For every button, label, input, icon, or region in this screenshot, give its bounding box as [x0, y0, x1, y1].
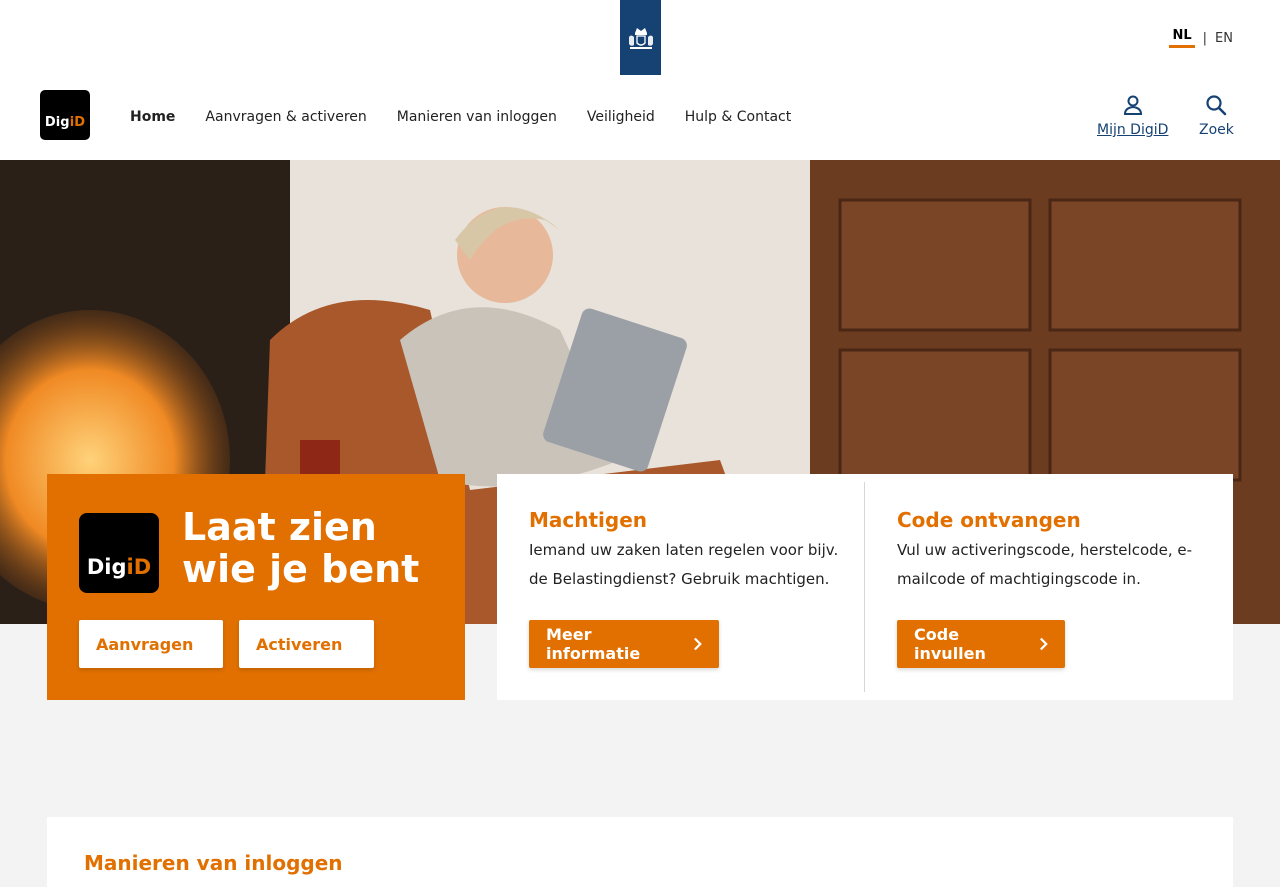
chevron-right-icon	[1039, 637, 1048, 651]
activeren-button-label: Activeren	[256, 634, 343, 654]
code-text: Vul uw activeringscode, herstelcode, e-m…	[897, 541, 1193, 588]
mijn-digid-label: Mijn DigiD	[1097, 122, 1169, 138]
aanvragen-button-label: Aanvragen	[96, 634, 194, 654]
code-invullen-label: Code invullen	[914, 625, 986, 663]
logo-text-dig: Dig	[44, 115, 70, 130]
nav-veiligheid[interactable]: Veiligheid	[587, 109, 655, 125]
intro-card: Dig iD Laat zien wie je bent Aanvragen Ac…	[47, 474, 465, 700]
machtigen-section: Machtigen Iemand uw zaken laten regelen …	[529, 506, 849, 594]
crown-emblem-icon	[628, 27, 653, 49]
card-logo-text-dig: Dig	[86, 555, 127, 579]
manieren-title: Manieren van inloggen	[84, 851, 343, 875]
nav-hulp-contact[interactable]: Hulp & Contact	[685, 109, 791, 125]
aanvragen-button[interactable]: Aanvragen	[79, 620, 223, 668]
mijn-digid-link[interactable]: Mijn DigiD	[1097, 94, 1168, 138]
meer-informatie-button[interactable]: Meer informatie	[529, 620, 719, 668]
meer-informatie-label: Meer informatie	[546, 625, 641, 663]
nav-aanvragen-activeren[interactable]: Aanvragen & activeren	[205, 109, 366, 125]
machtigen-text: Iemand uw zaken laten regelen voor bijv.…	[529, 541, 839, 588]
lang-en[interactable]: EN	[1215, 31, 1233, 46]
nav-home[interactable]: Home	[130, 109, 175, 125]
column-divider	[864, 482, 865, 692]
card-logo-text-id: iD	[126, 555, 152, 579]
user-icon	[1123, 95, 1142, 115]
search-icon	[1206, 95, 1227, 116]
info-card: Machtigen Iemand uw zaken laten regelen …	[497, 474, 1233, 700]
intro-title: Laat zien wie je bent	[182, 505, 420, 591]
digid-logo[interactable]: Dig iD	[40, 90, 90, 140]
code-title: Code ontvangen	[897, 508, 1081, 532]
lang-nl[interactable]: NL	[1169, 28, 1195, 48]
activeren-button[interactable]: Activeren	[239, 620, 374, 668]
logo-text-id: iD	[69, 115, 86, 130]
search-label: Zoek	[1199, 122, 1234, 138]
language-switch: NL | EN	[1169, 28, 1233, 48]
manieren-section: Manieren van inloggen	[47, 817, 1233, 887]
card-digid-logo: Dig iD	[79, 513, 159, 593]
site-header: NL | EN Dig iD Home Aanvragen & activeren…	[0, 0, 1280, 160]
code-section: Code ontvangen Vul uw activeringscode, h…	[897, 506, 1217, 594]
search-link[interactable]: Zoek	[1199, 94, 1234, 138]
chevron-right-icon	[356, 643, 357, 645]
machtigen-title: Machtigen	[529, 508, 648, 532]
code-invullen-button[interactable]: Code invullen	[897, 620, 1065, 668]
chevron-right-icon	[693, 637, 702, 651]
lang-separator: |	[1202, 30, 1208, 46]
nav-manieren-van-inloggen[interactable]: Manieren van inloggen	[397, 109, 557, 125]
main-nav: Home Aanvragen & activeren Manieren van …	[130, 109, 791, 125]
rijksoverheid-logo[interactable]	[620, 0, 661, 75]
